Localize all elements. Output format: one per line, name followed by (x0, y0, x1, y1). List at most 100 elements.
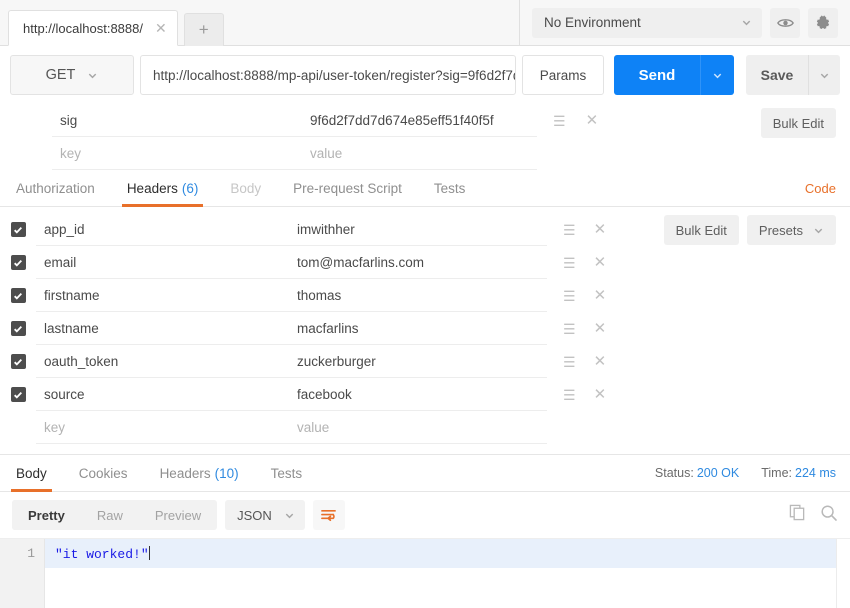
param-key-input[interactable]: sig (52, 105, 302, 137)
tab-label: Pre-request Script (293, 181, 402, 196)
send-options-button[interactable] (700, 55, 734, 95)
header-enabled-checkbox[interactable] (0, 255, 36, 270)
tab-label: Headers (127, 181, 178, 196)
text-cursor (149, 546, 150, 560)
response-toolbar: Pretty Raw Preview JSON (0, 492, 850, 538)
header-key-input[interactable]: lastname (36, 313, 289, 345)
table-row: lastname macfarlins ☰ ✕ (0, 312, 850, 345)
response-body-editor[interactable]: 1 "it worked!" (0, 538, 850, 608)
save-options-button[interactable] (808, 55, 840, 95)
tab-label: Tests (271, 466, 303, 481)
description-icon[interactable]: ☰ (563, 289, 576, 303)
table-row: key value (0, 411, 850, 444)
header-enabled-checkbox[interactable] (0, 354, 36, 369)
header-enabled-checkbox[interactable] (0, 288, 36, 303)
view-mode-pretty[interactable]: Pretty (12, 500, 81, 530)
param-value-input-empty[interactable]: value (302, 138, 537, 170)
delete-row-icon[interactable]: ✕ (594, 222, 607, 237)
line-number: 1 (0, 546, 35, 561)
view-mode-preview[interactable]: Preview (139, 500, 217, 530)
header-value-input[interactable]: imwithher (289, 214, 547, 246)
vertical-scrollbar[interactable] (836, 539, 850, 608)
description-icon[interactable]: ☰ (563, 256, 576, 270)
header-value-input[interactable]: zuckerburger (289, 346, 547, 378)
status-badge: Status:200 OK (655, 466, 739, 480)
chevron-down-icon (813, 225, 824, 236)
table-row: source facebook ☰ ✕ (0, 378, 850, 411)
eye-icon (777, 17, 794, 29)
header-value-input-empty[interactable]: value (289, 412, 547, 444)
response-tab-tests[interactable]: Tests (255, 455, 319, 492)
code-link[interactable]: Code (805, 181, 836, 196)
header-key-input-empty[interactable]: key (36, 412, 289, 444)
search-icon (820, 504, 838, 522)
search-button[interactable] (820, 504, 838, 527)
header-value-input[interactable]: macfarlins (289, 313, 547, 345)
view-mode-raw[interactable]: Raw (81, 500, 139, 530)
header-value-input[interactable]: tom@macfarlins.com (289, 247, 547, 279)
response-tab-body[interactable]: Body (0, 455, 63, 492)
chevron-down-icon (712, 70, 723, 81)
response-body-content[interactable]: "it worked!" (45, 539, 850, 608)
delete-row-icon[interactable]: ✕ (594, 387, 607, 402)
response-format-selector[interactable]: JSON (225, 500, 305, 530)
description-icon[interactable]: ☰ (563, 355, 576, 369)
header-enabled-checkbox[interactable] (0, 387, 36, 402)
header-value-input[interactable]: facebook (289, 379, 547, 411)
tab-body[interactable]: Body (214, 170, 277, 207)
response-tab-headers[interactable]: Headers (10) (144, 455, 255, 492)
settings-button[interactable] (808, 8, 838, 38)
save-button[interactable]: Save (746, 55, 808, 95)
tab-label: Body (230, 181, 261, 196)
line-number-gutter: 1 (0, 539, 45, 608)
send-button[interactable]: Send (614, 55, 700, 95)
environment-selector[interactable]: No Environment (532, 8, 762, 38)
param-value-input[interactable]: 9f6d2f7dd7d674e85eff51f40f5f (302, 105, 537, 137)
delete-row-icon[interactable]: ✕ (594, 288, 607, 303)
request-tab-label: http://localhost:8888/ (23, 21, 143, 36)
delete-row-icon[interactable]: ✕ (594, 321, 607, 336)
tab-headers[interactable]: Headers (6) (111, 170, 215, 207)
url-input[interactable]: http://localhost:8888/mp-api/user-token/… (140, 55, 516, 95)
header-key-input[interactable]: oauth_token (36, 346, 289, 378)
table-row: email tom@macfarlins.com ☰ ✕ (0, 246, 850, 279)
request-tab[interactable]: http://localhost:8888/ ✕ (8, 10, 178, 46)
description-icon[interactable]: ☰ (553, 114, 566, 128)
environment-bar: No Environment (520, 0, 850, 45)
close-icon[interactable]: ✕ (155, 21, 167, 35)
top-bar: http://localhost:8888/ ✕ + No Environmen… (0, 0, 850, 46)
params-bulk-edit-button[interactable]: Bulk Edit (761, 108, 836, 138)
request-tab-strip: http://localhost:8888/ ✕ + (0, 0, 520, 45)
header-value-input[interactable]: thomas (289, 280, 547, 312)
headers-bulk-edit-button[interactable]: Bulk Edit (664, 215, 739, 245)
headers-presets-button[interactable]: Presets (747, 215, 836, 245)
response-tab-cookies[interactable]: Cookies (63, 455, 144, 492)
delete-row-icon[interactable]: ✕ (586, 113, 599, 128)
environment-quick-look-button[interactable] (770, 8, 800, 38)
description-icon[interactable]: ☰ (563, 322, 576, 336)
delete-row-icon[interactable]: ✕ (594, 255, 607, 270)
word-wrap-button[interactable] (313, 500, 345, 530)
chevron-down-icon (284, 510, 295, 521)
description-icon[interactable]: ☰ (563, 388, 576, 402)
header-enabled-checkbox[interactable] (0, 222, 36, 237)
response-toolbar-right (789, 504, 838, 527)
new-tab-button[interactable]: + (184, 13, 224, 46)
header-key-input[interactable]: source (36, 379, 289, 411)
tab-pre-request-script[interactable]: Pre-request Script (277, 170, 418, 207)
copy-icon (789, 504, 806, 521)
copy-button[interactable] (789, 504, 806, 526)
tab-authorization[interactable]: Authorization (0, 170, 111, 207)
header-key-input[interactable]: email (36, 247, 289, 279)
header-enabled-checkbox[interactable] (0, 321, 36, 336)
param-key-input-empty[interactable]: key (52, 138, 302, 170)
tab-count: (6) (182, 181, 199, 196)
header-key-input[interactable]: app_id (36, 214, 289, 246)
header-key-input[interactable]: firstname (36, 280, 289, 312)
http-method-selector[interactable]: GET (10, 55, 134, 95)
params-toggle-button[interactable]: Params (522, 55, 604, 95)
delete-row-icon[interactable]: ✕ (594, 354, 607, 369)
code-line-text: "it worked!" (55, 547, 149, 562)
tab-tests[interactable]: Tests (418, 170, 482, 207)
description-icon[interactable]: ☰ (563, 223, 576, 237)
